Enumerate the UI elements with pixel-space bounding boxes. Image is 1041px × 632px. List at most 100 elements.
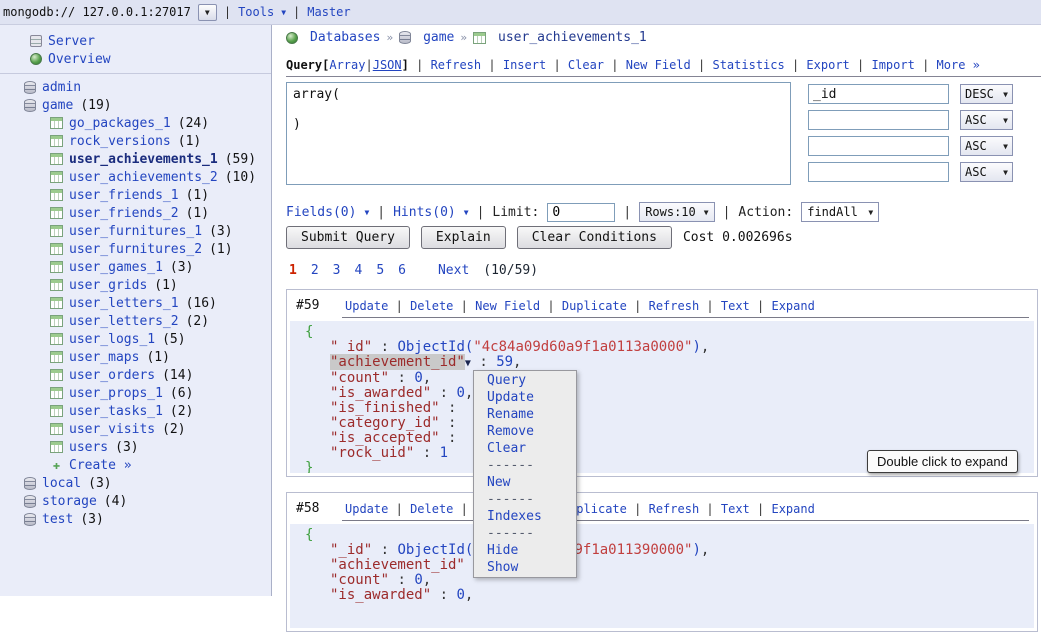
sort-field-input-3[interactable]	[808, 136, 949, 156]
text-link[interactable]: Text	[721, 502, 750, 516]
collection-item[interactable]: user_tasks_1(2)	[0, 402, 271, 420]
json-mode-link[interactable]: JSON	[373, 58, 402, 72]
new-field-link[interactable]: New Field	[626, 58, 691, 72]
field-separator: :	[431, 587, 456, 603]
menu-item-update[interactable]: Update	[474, 389, 576, 406]
collection-item[interactable]: user_furnitures_2(1)	[0, 240, 271, 258]
sort-order-select-4[interactable]: ASC▼	[960, 162, 1013, 182]
open-brace: {	[305, 325, 1034, 340]
explain-button[interactable]: Explain	[421, 226, 506, 249]
table-icon	[50, 207, 63, 219]
tools-menu[interactable]: Tools	[238, 5, 274, 19]
refresh-link[interactable]: Refresh	[649, 502, 700, 516]
page-link[interactable]: 2	[311, 263, 319, 278]
clear-link[interactable]: Clear	[568, 58, 604, 72]
collection-item[interactable]: user_grids(1)	[0, 276, 271, 294]
page-current[interactable]: 1	[289, 263, 297, 278]
update-link[interactable]: Update	[345, 502, 388, 516]
document-field-highlighted[interactable]: "achievement_id"▼ : 59,	[305, 355, 1034, 371]
refresh-link[interactable]: Refresh	[649, 299, 700, 313]
collection-label: user_achievements_1	[69, 152, 218, 167]
duplicate-link[interactable]: Duplicate	[562, 299, 627, 313]
menu-item-remove[interactable]: Remove	[474, 423, 576, 440]
sort-field-input-1[interactable]	[808, 84, 949, 104]
collection-item[interactable]: user_furnitures_1(3)	[0, 222, 271, 240]
delete-link[interactable]: Delete	[410, 299, 453, 313]
collection-item[interactable]: user_logs_1(5)	[0, 330, 271, 348]
field-key: "_id"	[330, 542, 372, 558]
create-collection-link[interactable]: ✚ Create »	[0, 456, 271, 474]
collection-item[interactable]: user_visits(2)	[0, 420, 271, 438]
page-link[interactable]: 6	[398, 263, 406, 278]
submit-query-button[interactable]: Submit Query	[286, 226, 410, 249]
action-select[interactable]: findAll▼	[801, 202, 879, 222]
text-link[interactable]: Text	[721, 299, 750, 313]
menu-divider: ------	[474, 457, 576, 474]
database-item-game[interactable]: game (19)	[0, 96, 271, 114]
more-link[interactable]: More »	[937, 58, 980, 72]
hints-dropdown[interactable]: Hints(0)	[393, 205, 456, 220]
collection-item[interactable]: user_maps(1)	[0, 348, 271, 366]
next-page-link[interactable]: Next	[438, 263, 469, 278]
menu-item-new[interactable]: New	[474, 474, 576, 491]
update-link[interactable]: Update	[345, 299, 388, 313]
sidebar-item-overview[interactable]: Overview	[0, 50, 271, 68]
sort-order-select-3[interactable]: ASC▼	[960, 136, 1013, 156]
collection-item[interactable]: user_letters_2(2)	[0, 312, 271, 330]
page-link[interactable]: 4	[354, 263, 362, 278]
collection-item[interactable]: users(3)	[0, 438, 271, 456]
new-field-link[interactable]: New Field	[475, 299, 540, 313]
sort-order-select-1[interactable]: DESC▼	[960, 84, 1013, 104]
collection-item[interactable]: rock_versions(1)	[0, 132, 271, 150]
limit-input[interactable]	[547, 203, 615, 222]
fields-dropdown[interactable]: Fields(0)	[286, 205, 356, 220]
breadcrumb-db[interactable]: game	[423, 30, 454, 45]
database-item-test[interactable]: test (3)	[0, 510, 271, 528]
sidebar-item-server[interactable]: Server	[0, 32, 271, 50]
chevron-down-icon: ▼	[1003, 90, 1008, 99]
collection-item[interactable]: user_games_1(3)	[0, 258, 271, 276]
menu-item-hide[interactable]: Hide	[474, 542, 576, 559]
expand-link[interactable]: Expand	[771, 299, 814, 313]
insert-link[interactable]: Insert	[503, 58, 546, 72]
master-link[interactable]: Master	[307, 5, 350, 19]
delete-link[interactable]: Delete	[410, 502, 453, 516]
collection-item[interactable]: user_letters_1(16)	[0, 294, 271, 312]
connection-select[interactable]: ▼	[198, 4, 217, 21]
collection-item[interactable]: user_friends_2(1)	[0, 204, 271, 222]
collection-item-selected[interactable]: user_achievements_1(59)	[0, 150, 271, 168]
export-link[interactable]: Export	[806, 58, 849, 72]
query-textarea[interactable]: array( )	[286, 82, 791, 185]
database-item-storage[interactable]: storage (4)	[0, 492, 271, 510]
refresh-link[interactable]: Refresh	[431, 58, 482, 72]
menu-item-rename[interactable]: Rename	[474, 406, 576, 423]
field-key[interactable]: "achievement_id"	[330, 354, 465, 370]
expand-link[interactable]: Expand	[771, 502, 814, 516]
statistics-link[interactable]: Statistics	[712, 58, 784, 72]
menu-item-show[interactable]: Show	[474, 559, 576, 576]
sort-field-input-4[interactable]	[808, 162, 949, 182]
collection-item[interactable]: go_packages_1(24)	[0, 114, 271, 132]
database-item-local[interactable]: local (3)	[0, 474, 271, 492]
collection-item[interactable]: user_props_1(6)	[0, 384, 271, 402]
page-link[interactable]: 5	[376, 263, 384, 278]
database-item-admin[interactable]: admin	[0, 78, 271, 96]
page-link[interactable]: 3	[333, 263, 341, 278]
collection-item[interactable]: user_achievements_2(10)	[0, 168, 271, 186]
collection-item[interactable]: user_friends_1(1)	[0, 186, 271, 204]
chevron-down-icon: ▼	[205, 8, 210, 17]
menu-item-query[interactable]: Query	[474, 372, 576, 389]
menu-item-indexes[interactable]: Indexes	[474, 508, 576, 525]
table-icon	[50, 405, 63, 417]
sort-order-select-2[interactable]: ASC▼	[960, 110, 1013, 130]
import-link[interactable]: Import	[871, 58, 914, 72]
rows-select[interactable]: Rows:10▼	[639, 202, 714, 222]
collection-item[interactable]: user_orders(14)	[0, 366, 271, 384]
menu-item-clear[interactable]: Clear	[474, 440, 576, 457]
clear-conditions-button[interactable]: Clear Conditions	[517, 226, 672, 249]
chevron-down-icon: ▼	[1003, 116, 1008, 125]
breadcrumb-databases[interactable]: Databases	[310, 30, 380, 45]
array-mode-link[interactable]: Array	[329, 58, 365, 72]
database-label: test	[42, 512, 73, 527]
sort-field-input-2[interactable]	[808, 110, 949, 130]
